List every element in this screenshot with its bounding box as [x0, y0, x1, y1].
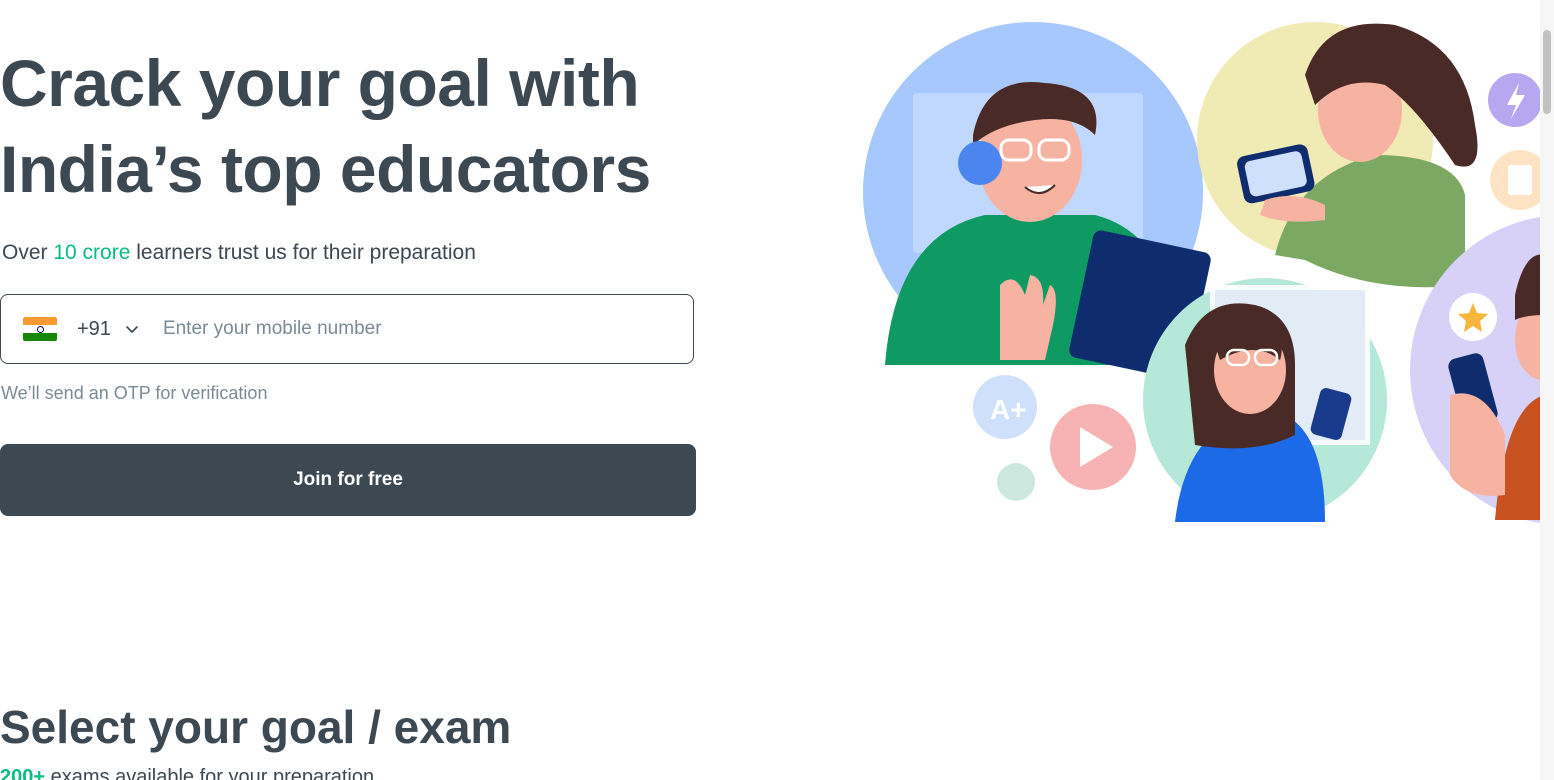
girl-with-tablet-illustration — [1197, 22, 1478, 288]
subline-prefix: Over — [2, 241, 54, 264]
goal-section-title: Select your goal / exam — [0, 701, 512, 753]
mobile-number-input[interactable] — [160, 298, 693, 360]
document-icon — [1508, 165, 1532, 195]
learner-count: 10 crore — [53, 241, 131, 264]
mobile-number-field: +91 — [0, 294, 694, 364]
chevron-down-icon — [126, 326, 138, 333]
exam-count-text: exams available for your preparation — [45, 766, 375, 780]
hero-section: Crack your goal with India’s top educato… — [0, 40, 700, 266]
landing-page: Crack your goal with India’s top educato… — [0, 0, 1554, 780]
hero-headline: Crack your goal with India’s top educato… — [0, 40, 700, 212]
headline-line-2: India’s top educators — [0, 132, 651, 206]
goal-section-subtitle: 200+ exams available for your preparatio… — [0, 766, 374, 780]
page-scrollbar[interactable] — [1540, 0, 1554, 780]
exam-count: 200+ — [0, 766, 46, 780]
decorative-dot — [997, 463, 1035, 501]
boy-with-headphones-illustration — [863, 22, 1211, 380]
hero-subline: Over 10 crore learners trust us for thei… — [2, 240, 700, 266]
grade-a-plus-icon: A+ — [990, 394, 1027, 425]
india-flag-icon — [23, 317, 57, 341]
otp-note: We’ll send an OTP for verification — [1, 383, 268, 403]
girl-with-phone-illustration — [1143, 278, 1387, 522]
country-code-selector[interactable]: +91 — [1, 295, 139, 363]
scrollbar-thumb[interactable] — [1543, 30, 1551, 114]
headline-line-1: Crack your goal with — [0, 46, 640, 120]
country-code: +91 — [77, 317, 111, 340]
join-for-free-button[interactable]: Join for free — [0, 444, 696, 516]
subline-suffix: learners trust us for their preparation — [130, 241, 476, 264]
hero-illustration: A+ — [863, 22, 1545, 524]
